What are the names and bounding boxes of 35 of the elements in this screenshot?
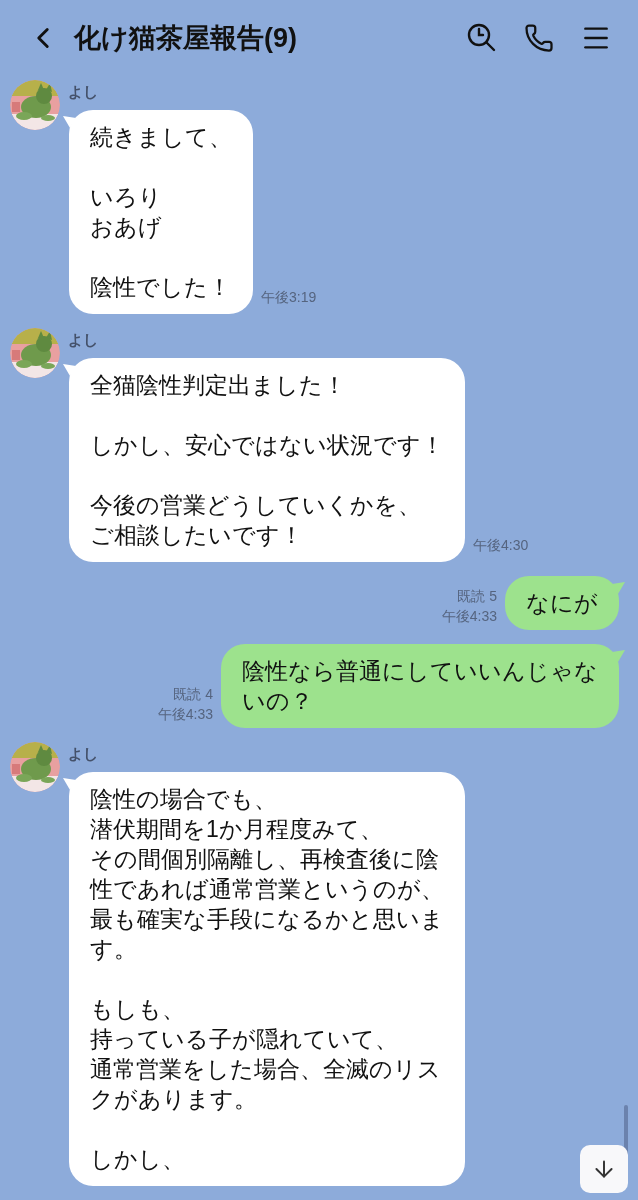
message-line: 通常営業をした場合、全滅のリス	[90, 1055, 442, 1084]
message-line: クがあります。	[90, 1085, 258, 1114]
message-line: 最も確実な手段になるかと思いま	[90, 905, 444, 934]
message-time: 午後4:33	[157, 705, 213, 724]
message-time: 午後4:33	[441, 607, 497, 626]
message-line: しかし、安心ではない状況です！	[90, 431, 444, 460]
message-line: しかし、	[90, 1145, 186, 1174]
sender-name: よし	[68, 82, 99, 102]
message-line: 潜伏期間を1か月程度みて、	[90, 815, 384, 844]
read-receipt: 既読 4	[173, 685, 213, 704]
message-line: 全猫陰性判定出ました！	[90, 371, 347, 400]
chat-title: 化け猫茶屋報告(9)	[74, 21, 297, 55]
message-line: 陰性でした！	[90, 273, 232, 302]
message-line: その間個別隔離し、再検査後に陰	[90, 845, 440, 874]
search-icon[interactable]	[466, 22, 498, 54]
message-line: す。	[90, 935, 138, 964]
message-line: 陰性なら普通にしていいんじゃな	[242, 657, 598, 686]
phone-icon[interactable]	[524, 23, 554, 53]
message-time: 午後3:19	[261, 288, 317, 307]
message-line: もしも、	[90, 995, 186, 1024]
message-time: 午後4:30	[473, 536, 529, 555]
read-receipt: 既読 5	[457, 587, 497, 606]
message-line: いの？	[242, 687, 314, 716]
message-line: なにが	[526, 589, 598, 618]
message-line: いろり	[90, 183, 163, 212]
message-line: 今後の営業どうしていくかを、	[90, 491, 422, 520]
message-line: 持っている子が隠れていて、	[90, 1025, 399, 1054]
message-line: 続きまして、	[90, 123, 232, 152]
sender-name: よし	[68, 330, 99, 350]
message-line: 性であれば通常営業というのが、	[90, 875, 444, 904]
message-line: おあげ	[90, 213, 163, 242]
message-line: ご相談したいです！	[90, 521, 304, 550]
sender-name: よし	[68, 744, 99, 764]
scroll-down-button[interactable]	[580, 1145, 628, 1193]
message-line: 陰性の場合でも、	[90, 785, 278, 814]
